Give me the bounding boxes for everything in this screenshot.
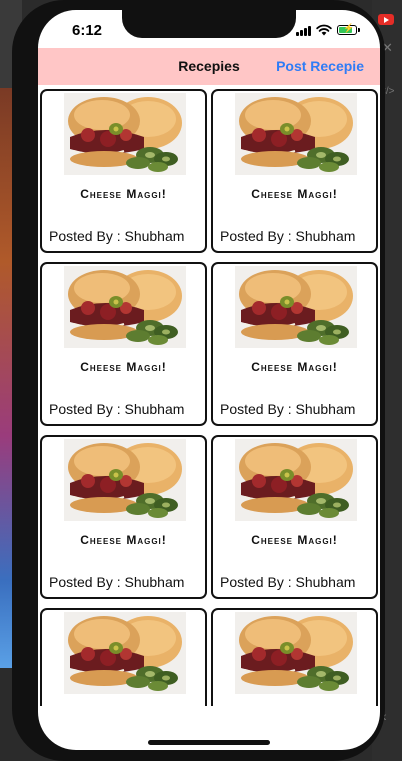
burger-photo — [235, 93, 357, 175]
recipe-list[interactable]: Cheese Maggi! Posted By : Shubham Cheese… — [38, 87, 380, 706]
recipe-author: Posted By : Shubham — [220, 574, 356, 590]
navigation-bar: Recepies Post Recepie — [38, 48, 380, 85]
recipe-title: Cheese Maggi! — [80, 187, 167, 201]
recipe-author: Posted By : Shubham — [49, 574, 185, 590]
battery-charging-icon: ⚡ — [337, 23, 360, 35]
burger-photo — [64, 93, 186, 175]
recipe-card[interactable]: Cheese Maggi! Posted By : Shubham — [211, 435, 378, 599]
burger-photo — [64, 612, 186, 694]
burger-photo — [235, 612, 357, 694]
status-icons: ⚡ — [296, 22, 360, 38]
recipe-title: Cheese Maggi! — [80, 533, 167, 547]
burger-photo — [235, 266, 357, 348]
youtube-icon — [378, 14, 394, 25]
notch — [122, 10, 296, 38]
recipe-card[interactable]: Cheese Maggi! Posted By : Shubham — [40, 89, 207, 253]
recipe-card[interactable]: Cheese Maggi! Posted By : Shubham — [40, 262, 207, 426]
recipe-card[interactable]: Cheese Maggi! Posted By : Shubham — [40, 435, 207, 599]
status-time: 6:12 — [72, 22, 103, 39]
post-recipe-button[interactable]: Post Recepie — [276, 58, 364, 74]
recipe-title: Cheese Maggi! — [80, 360, 167, 374]
home-indicator[interactable] — [148, 740, 270, 745]
phone-frame: 6:12 ⚡ Recepies Post Recepie Cheese Magg… — [12, 0, 385, 761]
recipe-author: Posted By : Shubham — [220, 401, 356, 417]
burger-photo — [235, 439, 357, 521]
recipe-author: Posted By : Shubham — [49, 228, 185, 244]
recipe-card[interactable]: Cheese Maggi! Posted By : Shubham — [211, 89, 378, 253]
recipe-author: Posted By : Shubham — [49, 401, 185, 417]
recipe-title: Cheese Maggi! — [251, 360, 338, 374]
cellular-signal-icon — [296, 25, 311, 36]
recipe-card[interactable]: Cheese Maggi! Posted By : Shubham — [211, 608, 378, 706]
recipe-title: Cheese Maggi! — [251, 187, 338, 201]
burger-photo — [64, 439, 186, 521]
recipe-card[interactable]: Cheese Maggi! Posted By : Shubham — [40, 608, 207, 706]
recipe-title: Cheese Maggi! — [251, 533, 338, 547]
burger-photo — [64, 266, 186, 348]
recipe-author: Posted By : Shubham — [220, 228, 356, 244]
recipe-grid: Cheese Maggi! Posted By : Shubham Cheese… — [40, 89, 378, 706]
recipe-card[interactable]: Cheese Maggi! Posted By : Shubham — [211, 262, 378, 426]
phone-screen: 6:12 ⚡ Recepies Post Recepie Cheese Magg… — [38, 10, 380, 750]
wifi-icon — [316, 24, 332, 36]
